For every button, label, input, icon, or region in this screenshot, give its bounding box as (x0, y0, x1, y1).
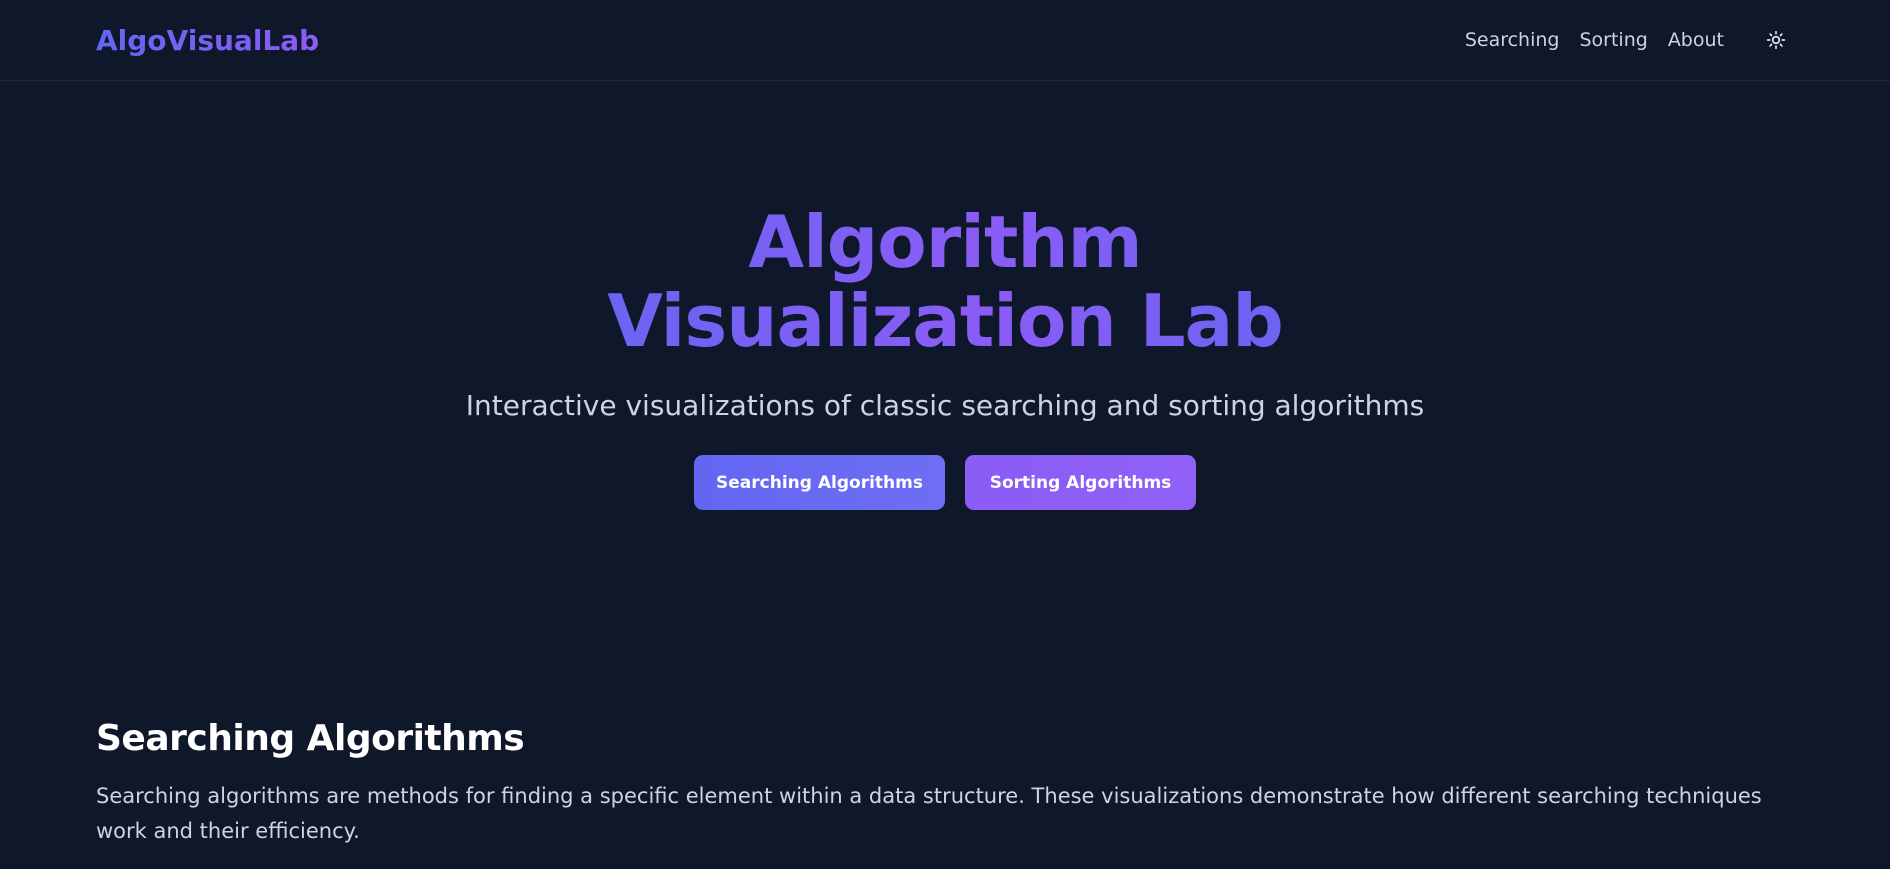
section-description: Searching algorithms are methods for fin… (96, 784, 1762, 843)
brand-logo[interactable]: AlgoVisualLab (96, 24, 319, 57)
hero-subtitle: Interactive visualizations of classic se… (465, 389, 1425, 422)
searching-algorithms-button[interactable]: Searching Algorithms (694, 455, 945, 510)
hero-title: Algorithm Visualization Lab (515, 203, 1375, 361)
hero-section: Algorithm Visualization Lab Interactive … (0, 81, 1890, 510)
navbar: AlgoVisualLab Searching Sorting About (0, 0, 1890, 81)
theme-toggle-button[interactable] (1758, 22, 1794, 58)
nav-link-searching[interactable]: Searching (1465, 29, 1560, 51)
nav-link-about[interactable]: About (1668, 29, 1724, 51)
nav-link-sorting[interactable]: Sorting (1579, 29, 1647, 51)
sun-icon (1766, 30, 1786, 50)
searching-section: Searching Algorithms Searching algorithm… (0, 718, 1890, 849)
section-title: Searching Algorithms (96, 718, 525, 759)
nav-links: Searching Sorting About (1445, 22, 1794, 58)
hero-buttons: Searching Algorithms Sorting Algorithms (0, 455, 1890, 510)
sorting-algorithms-button[interactable]: Sorting Algorithms (965, 455, 1196, 510)
main-content: Algorithm Visualization Lab Interactive … (0, 81, 1890, 849)
